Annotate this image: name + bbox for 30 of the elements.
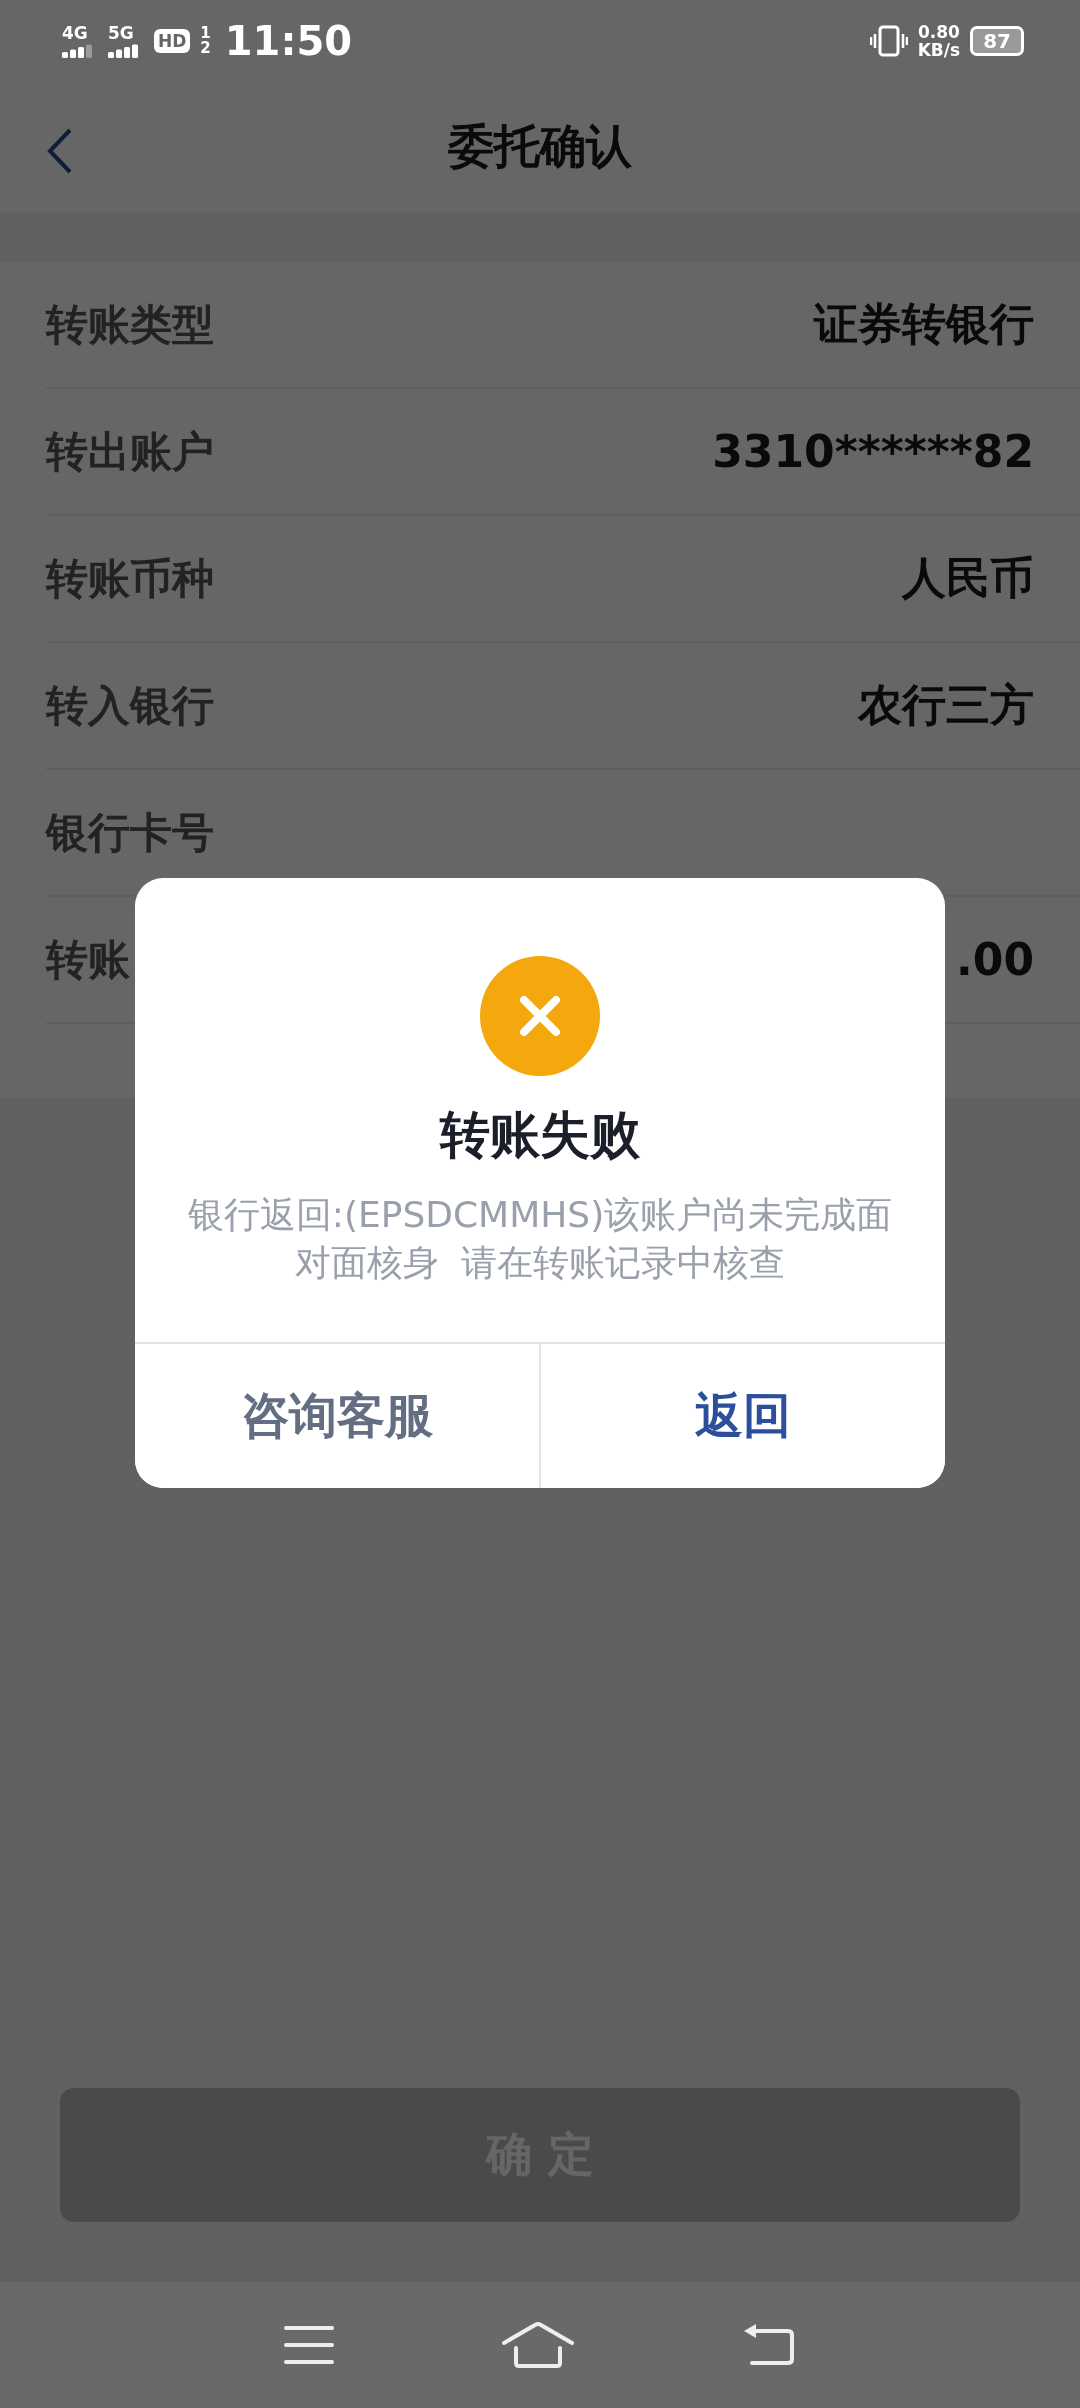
return-button[interactable]: 返回 bbox=[539, 1344, 945, 1488]
sim-label: 1 bbox=[200, 26, 211, 41]
field-value: 证券转银行 bbox=[814, 297, 1034, 351]
hd-badge: HD bbox=[154, 29, 191, 53]
dialog-title: 转账失败 bbox=[440, 1105, 640, 1166]
field-value: 3310******82 bbox=[712, 426, 1034, 477]
back-icon[interactable] bbox=[46, 127, 74, 175]
field-label: 转账币种 bbox=[46, 552, 214, 605]
page-title: 委托确认 bbox=[448, 118, 632, 175]
field-label: 转出账户 bbox=[46, 425, 214, 478]
sim-label: 2 bbox=[200, 41, 211, 56]
field-label: 转入银行 bbox=[46, 679, 214, 732]
battery-level: 87 bbox=[970, 26, 1024, 56]
vibrate-icon bbox=[869, 25, 908, 57]
home-icon[interactable] bbox=[502, 2322, 574, 2368]
menu-icon[interactable] bbox=[284, 2325, 334, 2365]
field-value: .00 bbox=[956, 934, 1034, 985]
field-label: 转账类型 bbox=[46, 298, 214, 351]
field-label: 转账 bbox=[46, 933, 130, 986]
network-label: 5G bbox=[108, 24, 134, 42]
speed-unit: KB/s bbox=[917, 41, 961, 59]
error-icon bbox=[480, 956, 600, 1076]
clock-time: 11:50 bbox=[224, 18, 353, 64]
speed-value: 0.80 bbox=[917, 23, 960, 41]
field-label: 银行卡号 bbox=[46, 806, 214, 859]
field-value: 人民币 bbox=[902, 551, 1034, 605]
field-value: 农行三方 bbox=[858, 678, 1034, 732]
back-icon[interactable] bbox=[742, 2323, 796, 2367]
dialog-message: 银行返回:(EPSDCMMHS)该账户尚未完成面对面核身 请在转账记录中核查 bbox=[186, 1193, 894, 1285]
network-label: 4G bbox=[62, 24, 88, 42]
